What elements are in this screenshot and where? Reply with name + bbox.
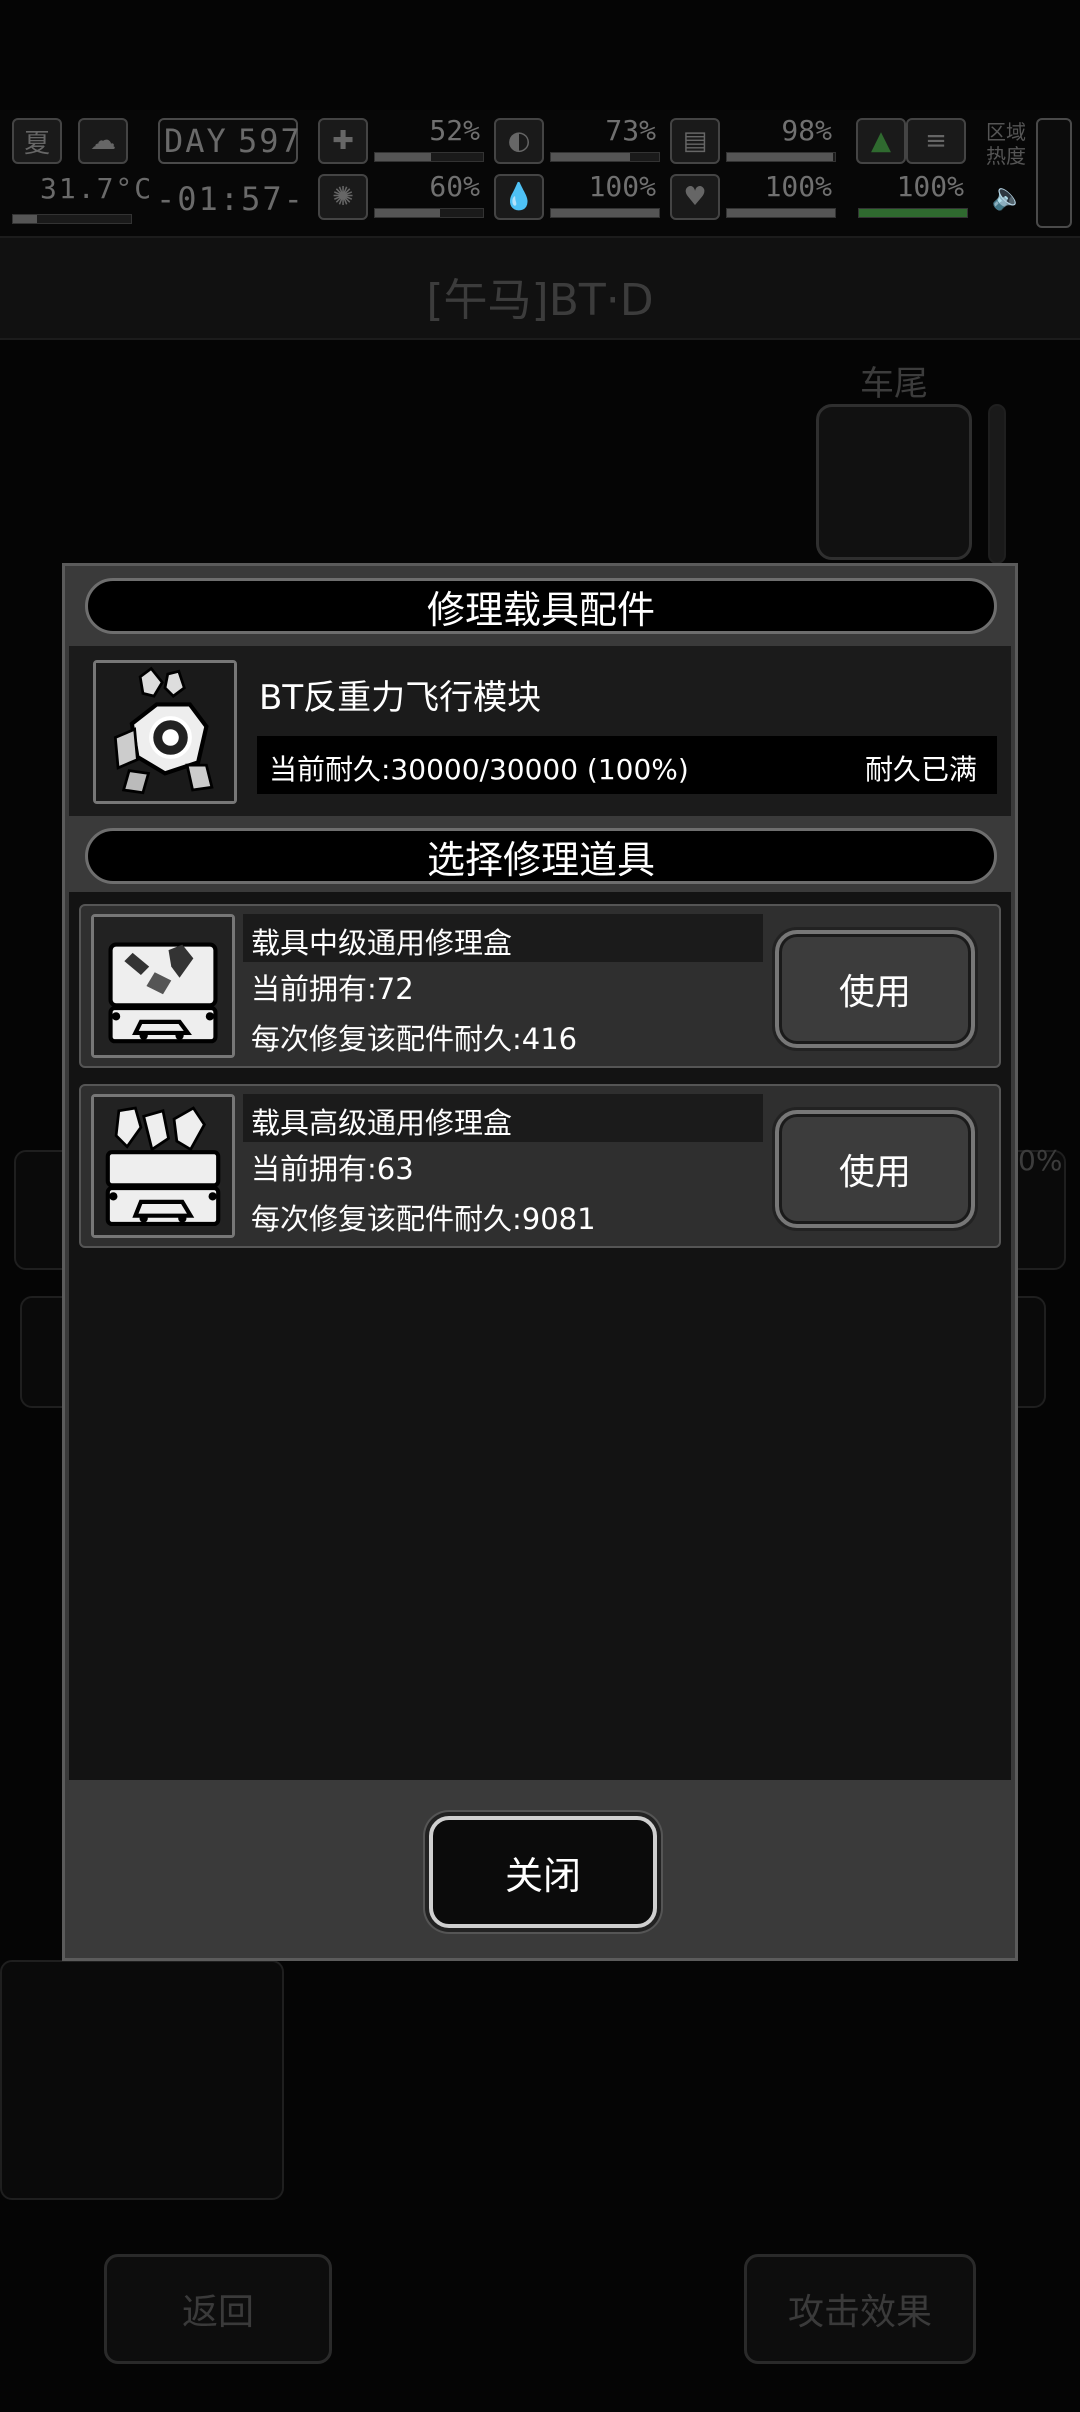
flag-icon: ▲ (856, 118, 906, 164)
close-button[interactable]: 关闭 (429, 1816, 657, 1928)
hunger-bar (550, 152, 660, 162)
health-bar (374, 152, 484, 162)
attack-effect-button[interactable]: 攻击效果 (744, 2254, 976, 2364)
tool-list: 载具中级通用修理盒 当前拥有:72 每次修复该配件耐久:416 使用 载具高级通… (69, 892, 1011, 1780)
status-bar: 夏 ☁ 31.7°C DAY 597 -01:57- ✚ 52% ◐ 73% ▤… (0, 110, 1080, 236)
tool-repair-amount: 每次修复该配件耐久:416 (251, 1022, 578, 1056)
stamina-bar (858, 208, 968, 218)
weather-icon: ☁ (78, 118, 128, 164)
tool-row-advanced: 载具高级通用修理盒 当前拥有:63 每次修复该配件耐久:9081 使用 (79, 1084, 1001, 1248)
tool-name-bar: 载具高级通用修理盒 (243, 1094, 763, 1142)
use-button[interactable]: 使用 (775, 930, 975, 1048)
water-drop-icon: 💧 (494, 174, 544, 220)
zone-heat-meter (1036, 118, 1072, 228)
repair-box-icon (91, 914, 235, 1058)
mood-percent: 100% (764, 170, 832, 203)
hunger-percent: 73% (605, 114, 656, 147)
stomach-icon: ◐ (494, 118, 544, 164)
tool-name-bar: 载具中级通用修理盒 (243, 914, 763, 962)
slot-label: 车尾 (860, 364, 928, 404)
bladder-percent: 98% (781, 114, 832, 147)
medkit-icon: ✚ (318, 118, 368, 164)
back-button[interactable]: 返回 (104, 2254, 332, 2364)
repair-dialog: 修理载具配件 BT反重力飞行模块 当前耐久:30000/30000 (100%)… (62, 563, 1018, 1961)
bg-partial-percent: 0% (1018, 1144, 1063, 1177)
durability-bar: 当前耐久:30000/30000 (100%) 耐久已满 (257, 736, 997, 794)
tool-name: 载具高级通用修理盒 (251, 1106, 513, 1140)
health-percent: 52% (429, 114, 480, 147)
sanity-percent: 60% (429, 170, 480, 203)
temperature: 31.7°C (40, 172, 154, 205)
tool-row-medium: 载具中级通用修理盒 当前拥有:72 每次修复该配件耐久:416 使用 (79, 904, 1001, 1068)
durability-value: 当前耐久:30000/30000 (100%) (269, 753, 689, 786)
zone-heat-label: 区域热度 (986, 120, 1026, 168)
rear-slot[interactable] (816, 404, 972, 560)
tool-name: 载具中级通用修理盒 (251, 926, 513, 960)
thirst-bar (550, 208, 660, 218)
tool-owned: 当前拥有:63 (251, 1152, 414, 1186)
part-name: BT反重力飞行模块 (259, 678, 542, 718)
bladder-bar (726, 152, 836, 162)
sun-icon: 夏 (12, 118, 62, 164)
brain-icon: ✺ (318, 174, 368, 220)
vehicle-title-bar: [午马]BT·D (0, 236, 1080, 340)
part-info-panel: BT反重力飞行模块 当前耐久:30000/30000 (100%) 耐久已满 (69, 646, 1011, 816)
mood-bar (726, 208, 836, 218)
tool-repair-amount: 每次修复该配件耐久:9081 (251, 1202, 596, 1236)
heart-icon: ♥ (670, 174, 720, 220)
turret-part-icon (93, 660, 237, 804)
vehicle-title: [午马]BT·D (426, 275, 654, 326)
bg-lower-panel (0, 1960, 284, 2200)
bladder-icon: ▤ (670, 118, 720, 164)
stamina-percent: 100% (896, 170, 964, 203)
thirst-percent: 100% (588, 170, 656, 203)
dialog-title: 修理载具配件 (85, 578, 997, 634)
advanced-repair-box-icon (91, 1094, 235, 1238)
slot-scrollbar (988, 404, 1006, 564)
tool-owned: 当前拥有:72 (251, 972, 414, 1006)
dialog-footer: 关闭 (69, 1784, 1011, 1954)
select-tool-title: 选择修理道具 (85, 828, 997, 884)
region-flag-icon: ≡ (906, 118, 966, 164)
durability-status: 耐久已满 (864, 753, 977, 786)
game-clock: -01:57- (156, 180, 305, 218)
speaker-icon[interactable]: 🔈 (986, 174, 1030, 220)
day-box: DAY 597 (158, 118, 300, 164)
temperature-bar (12, 214, 132, 224)
sanity-bar (374, 208, 484, 218)
use-button[interactable]: 使用 (775, 1110, 975, 1228)
